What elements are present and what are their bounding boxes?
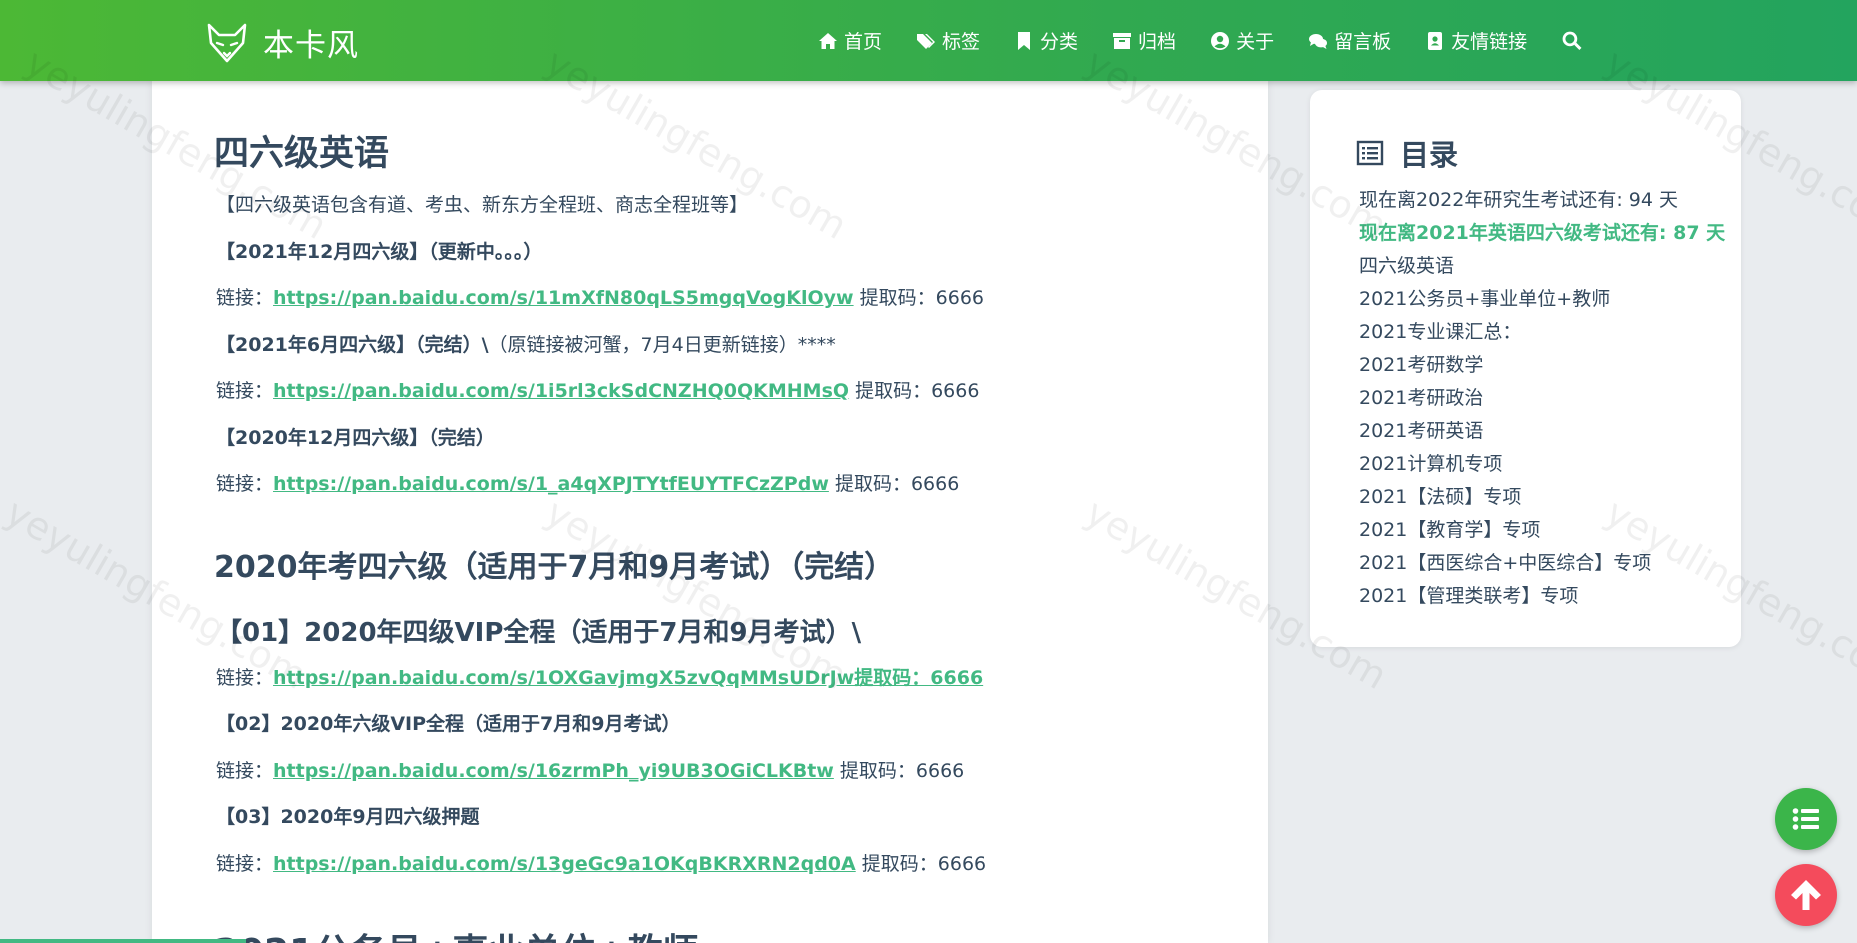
section-title: 【02】2020年六级VIP全程（适用于7月和9月考试）	[216, 713, 681, 735]
toc-item[interactable]: 2021考研数学	[1359, 349, 1725, 382]
nav-item-label: 友情链接	[1451, 31, 1528, 53]
link-row: 链接：https://pan.baidu.com/s/1i5rl3ckSdCNZ…	[216, 380, 980, 402]
nav-item-guestbook[interactable]: 留言板	[1308, 27, 1391, 54]
subsection-heading: 【01】2020年四级VIP全程（适用于7月和9月考试）\	[216, 618, 862, 648]
nav-item-tags[interactable]: 标签	[916, 27, 980, 54]
toc-item[interactable]: 2021【管理类联考】专项	[1359, 580, 1725, 613]
site-name: 本卡风	[263, 28, 359, 64]
reading-progress-bar	[0, 939, 246, 943]
home-icon	[819, 32, 837, 49]
section-title: 【03】2020年9月四六级押题	[216, 806, 480, 828]
address-book-icon	[1428, 31, 1443, 50]
tags-icon	[917, 33, 936, 49]
nav-item-archive[interactable]: 归档	[1112, 27, 1176, 54]
back-to-top-button[interactable]	[1775, 864, 1837, 926]
link-row: 链接：https://pan.baidu.com/s/1OXGavjmgX5zv…	[216, 667, 984, 689]
download-link[interactable]: https://pan.baidu.com/s/11mXfN80qLS5mgqV…	[273, 287, 854, 309]
toc-header: 目录	[1356, 132, 1458, 174]
section-title: 【2021年6月四六级】（完结）\（原链接被河蟹，7月4日更新链接）****	[216, 334, 836, 356]
nav-item-label: 分类	[1040, 31, 1079, 53]
arrow-up-icon	[1791, 880, 1821, 910]
article-intro: 【四六级英语包含有道、考虫、新东方全程班、商志全程班等】	[216, 194, 749, 216]
article-heading: 四六级英语	[214, 134, 390, 174]
section-title: 【2021年12月四六级】（更新中。。。）	[216, 241, 543, 263]
toc-item[interactable]: 2021公务员+事业单位+教师	[1359, 283, 1725, 316]
nav-item-label: 首页	[844, 31, 883, 53]
archive-icon	[1113, 32, 1132, 49]
nav-item-about[interactable]: 关于	[1210, 27, 1274, 54]
user-circle-icon	[1211, 31, 1230, 50]
nav-item-home[interactable]: 首页	[818, 27, 882, 54]
bookmark-icon	[1018, 31, 1031, 50]
nav-menu: 首页 标签 分类 归档 关于 留言板 友情链接	[818, 0, 1582, 81]
download-link[interactable]: https://pan.baidu.com/s/1OXGavjmgX5zvQqM…	[273, 667, 983, 689]
article-card: 四六级英语 【四六级英语包含有道、考虫、新东方全程班、商志全程班等】 【2021…	[152, 81, 1268, 943]
nav-item-label: 标签	[942, 31, 981, 53]
toc-card: 目录 现在离2022年研究生考试还有: 94 天 现在离2021年英语四六级考试…	[1310, 90, 1741, 647]
fox-logo-icon	[207, 23, 247, 62]
link-row: 链接：https://pan.baidu.com/s/1_a4qXPJTYtfE…	[216, 473, 960, 495]
nav-item-friend-links[interactable]: 友情链接	[1425, 27, 1527, 54]
toc-list: 现在离2022年研究生考试还有: 94 天 现在离2021年英语四六级考试还有:…	[1359, 184, 1725, 613]
nav-item-label: 留言板	[1334, 31, 1392, 53]
toc-item[interactable]: 2021计算机专项	[1359, 448, 1725, 481]
download-link[interactable]: https://pan.baidu.com/s/1i5rl3ckSdCNZHQ0…	[273, 380, 849, 402]
section-heading-partial: 2021公务员+事业单位+教师	[214, 923, 699, 943]
top-navbar: 本卡风 首页 标签 分类 归档 关于 留言板 友情链接	[0, 0, 1857, 81]
comments-icon	[1309, 33, 1328, 49]
toc-toggle-button[interactable]	[1775, 788, 1837, 850]
download-link[interactable]: https://pan.baidu.com/s/16zrmPh_yi9UB3OG…	[273, 760, 834, 782]
nav-item-label: 关于	[1236, 31, 1275, 53]
link-row: 链接：https://pan.baidu.com/s/11mXfN80qLS5m…	[216, 287, 984, 309]
link-row: 链接：https://pan.baidu.com/s/16zrmPh_yi9UB…	[216, 760, 965, 782]
nav-item-label: 归档	[1138, 31, 1177, 53]
list-icon	[1356, 140, 1384, 166]
toc-item-active[interactable]: 现在离2021年英语四六级考试还有: 87 天	[1359, 217, 1725, 250]
download-link[interactable]: https://pan.baidu.com/s/13geGc9a1OKqBKRX…	[273, 853, 856, 875]
toc-item[interactable]: 2021考研政治	[1359, 382, 1725, 415]
toc-item[interactable]: 2021考研英语	[1359, 415, 1725, 448]
site-brand[interactable]: 本卡风	[205, 20, 359, 65]
toc-item[interactable]: 四六级英语	[1359, 250, 1725, 283]
toc-item[interactable]: 2021【法硕】专项	[1359, 481, 1725, 514]
section-heading: 2020年考四六级（适用于7月和9月考试）（完结）	[214, 550, 895, 585]
toc-item[interactable]: 现在离2022年研究生考试还有: 94 天	[1359, 184, 1725, 217]
download-link[interactable]: https://pan.baidu.com/s/1_a4qXPJTYtfEUYT…	[273, 473, 829, 495]
nav-item-categories[interactable]: 分类	[1014, 27, 1078, 54]
section-title: 【2020年12月四六级】（完结）	[216, 427, 495, 449]
toc-item[interactable]: 2021专业课汇总：	[1359, 316, 1725, 349]
nav-search-button[interactable]	[1561, 30, 1582, 51]
toc-item[interactable]: 2021【教育学】专项	[1359, 514, 1725, 547]
list-ul-icon	[1792, 808, 1819, 830]
toc-title: 目录	[1400, 138, 1459, 172]
toc-item[interactable]: 2021【西医综合+中医综合】专项	[1359, 547, 1725, 580]
link-row: 链接：https://pan.baidu.com/s/13geGc9a1OKqB…	[216, 853, 987, 875]
search-icon	[1562, 31, 1582, 50]
